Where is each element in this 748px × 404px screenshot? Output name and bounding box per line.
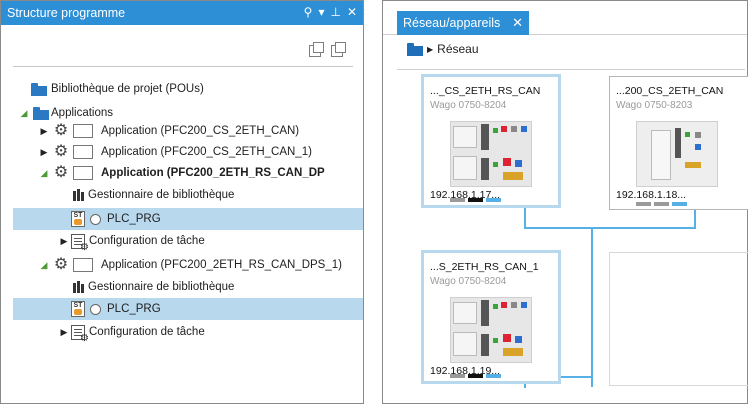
device-box-icon [73,166,93,180]
task-config-icon [71,233,89,253]
breadcrumb: ▶ Réseau [407,42,479,56]
collapsed-arrow-icon[interactable]: ▶ [39,126,49,137]
device-card[interactable]: ...200_CS_2ETH_CAN Wago 0750-8203 192.16… [609,76,748,210]
tree-item-label: Application (PFC200_CS_2ETH_CAN_1) [101,146,312,158]
device-ip: 192.168.1.18... [616,189,687,201]
device-type: Wago 0750-8204 [430,276,507,287]
tree-item-task-config[interactable]: ▶ Configuration de tâche [1,230,363,253]
tab-label: Réseau/appareils [403,16,501,30]
close-icon[interactable]: ✕ [347,5,357,19]
panel-title: Structure programme [7,6,126,20]
gear-icon: ⚙ [53,164,69,181]
device-name: ...S_2ETH_RS_CAN_1 [430,261,539,273]
chevron-down-icon[interactable]: ▾ [318,5,324,19]
controller-image-icon [450,297,532,363]
close-icon[interactable]: ✕ [512,15,523,31]
search-icon[interactable]: ⚲ [304,5,313,19]
port-indicator [672,202,687,206]
empty-device-slot[interactable] [609,252,748,386]
breadcrumb-item[interactable]: Réseau [437,42,478,56]
tree-item-label: Gestionnaire de bibliothèque [88,189,235,201]
collapsed-arrow-icon[interactable]: ▶ [39,147,49,158]
expanded-arrow-icon[interactable]: ◢ [19,108,29,119]
device-box-icon [73,145,93,159]
port-indicator [450,374,465,378]
controller-image-icon [636,121,718,187]
tree-item-task-config[interactable]: ▶ Configuration de tâche [1,321,363,344]
tree-item-label: Application (PFC200_2ETH_RS_CAN_DP [101,167,325,179]
device-name: ...200_CS_2ETH_CAN [616,85,724,97]
tree-item-label: Application (PFC200_CS_2ETH_CAN) [101,125,300,137]
port-indicator [636,202,651,206]
tree-item-label: Gestionnaire de bibliothèque [88,281,235,293]
tree-item-application[interactable]: ▶ ⚙ Application (PFC200_CS_2ETH_CAN_1) [1,141,363,163]
tree-item-label: Bibliothèque de projet (POUs) [51,83,204,95]
device-card[interactable]: ...S_2ETH_RS_CAN_1 Wago 0750-8204 192.16… [421,250,561,384]
folder-icon[interactable] [407,42,423,56]
gear-icon: ⚙ [53,256,69,273]
network-link [524,227,696,229]
network-link [591,227,593,387]
tree-item-label: Configuration de tâche [89,326,205,338]
port-indicator [486,198,501,202]
gear-icon: ⚙ [53,122,69,139]
tree-item-label: PLC_PRG [107,213,161,225]
divider [13,66,353,67]
radio-icon [90,213,101,225]
library-icon [31,82,47,96]
device-box-icon [73,124,93,138]
tree-item-library-manager[interactable]: Gestionnaire de bibliothèque [1,184,363,206]
panel-titlebar: Structure programme ⚲ ▾ ⊥ ✕ [1,1,363,25]
tree-item-label: Application (PFC200_2ETH_RS_CAN_DPS_1) [101,259,342,271]
tree-item-application[interactable]: ▶ ⚙ Application (PFC200_CS_2ETH_CAN) [1,120,363,142]
radio-icon [90,303,101,315]
tree-item-plc-prg[interactable]: ST PLC_PRG [13,298,363,320]
network-devices-panel: Réseau/appareils ✕ ▶ Réseau ..._CS_2ETH_… [382,0,748,404]
device-name: ..._CS_2ETH_RS_CAN [430,85,541,97]
device-type: Wago 0750-8203 [616,100,693,111]
device-ports [450,198,501,202]
tree-item-plc-prg[interactable]: ST PLC_PRG [13,208,363,230]
structured-text-icon: ST [71,211,85,227]
collapse-all-icon[interactable] [309,42,324,57]
device-card[interactable]: ..._CS_2ETH_RS_CAN Wago 0750-8204 192.16… [421,74,561,208]
tree-item-library-manager[interactable]: Gestionnaire de bibliothèque [1,276,363,298]
port-indicator [468,198,483,202]
collapsed-arrow-icon[interactable]: ▶ [59,236,69,247]
port-indicator [486,374,501,378]
pin-icon[interactable]: ⊥ [330,5,340,19]
port-indicator [654,202,669,206]
device-box-icon [73,258,93,272]
tree-item-label: Configuration de tâche [89,235,205,247]
port-indicator [450,198,465,202]
task-config-icon [71,324,89,344]
folder-icon [33,106,49,120]
structured-text-icon: ST [71,301,85,317]
tab-strip: Réseau/appareils ✕ [383,1,747,35]
tree-item-application[interactable]: ◢ ⚙ Application (PFC200_2ETH_RS_CAN_DPS_… [1,254,363,276]
device-ports [450,374,501,378]
tree-item-project-library[interactable]: Bibliothèque de projet (POUs) [1,78,363,100]
chevron-right-icon[interactable]: ▶ [427,45,433,54]
port-indicator [468,374,483,378]
library-manager-icon [73,281,85,293]
expanded-arrow-icon[interactable]: ◢ [39,260,49,271]
tree-item-label: Applications [51,107,114,119]
expanded-arrow-icon[interactable]: ◢ [39,168,49,179]
collapsed-arrow-icon[interactable]: ▶ [59,327,69,338]
tree-item-application-active[interactable]: ◢ ⚙ Application (PFC200_2ETH_RS_CAN_DP [1,162,363,184]
controller-image-icon [450,121,532,187]
tab-network-devices[interactable]: Réseau/appareils ✕ [397,11,529,35]
tree-item-label: PLC_PRG [107,303,161,315]
device-type: Wago 0750-8204 [430,100,507,111]
device-ports [636,202,687,206]
network-canvas[interactable]: ..._CS_2ETH_RS_CAN Wago 0750-8204 192.16… [397,69,748,403]
expand-all-icon[interactable] [331,42,346,57]
program-structure-panel: Structure programme ⚲ ▾ ⊥ ✕ Bibliothèque… [0,0,364,404]
gear-icon: ⚙ [53,143,69,160]
library-manager-icon [73,189,85,201]
